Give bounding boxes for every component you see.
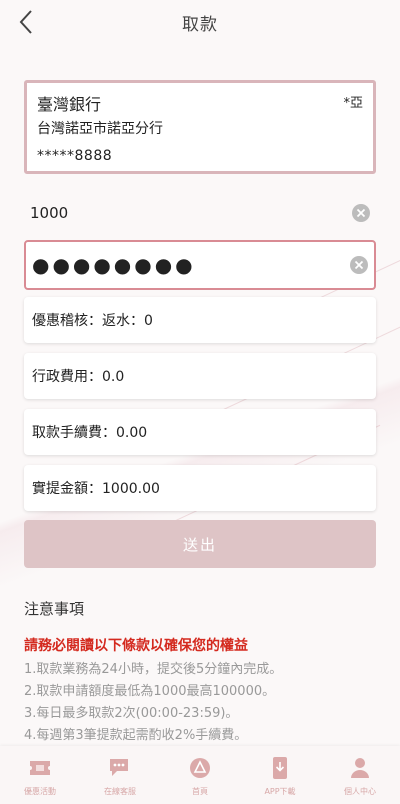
- user-icon: [347, 756, 373, 780]
- withdraw-page: 取款 臺灣銀行 台灣諾亞市諾亞分行 *****8888 *亞 優惠稽核：返水：0…: [0, 0, 400, 804]
- clear-password-button[interactable]: [350, 256, 368, 274]
- tab-label: 在線客服: [104, 787, 136, 796]
- admin-fee-row: 行政費用：0.0: [24, 353, 376, 399]
- submit-button[interactable]: 送出: [24, 520, 376, 568]
- tab-home[interactable]: 首頁: [160, 746, 240, 804]
- bonus-audit-row: 優惠稽核：返水：0: [24, 297, 376, 343]
- tab-label: 首頁: [192, 787, 208, 796]
- list-item: 4.每週第3筆提款起需酌收2%手續費。: [24, 728, 248, 743]
- nav-bar: 取款: [0, 0, 400, 44]
- amount-input[interactable]: [30, 204, 376, 222]
- ticket-icon: [27, 756, 53, 780]
- page-title: 取款: [182, 14, 218, 35]
- amount-field: [24, 196, 376, 230]
- tab-label: 優惠活動: [24, 787, 56, 796]
- notes-section: 注意事項 請務必閱讀以下條款以確保您的權益 1.取款業務為24小時，提交後5分鐘…: [24, 598, 384, 747]
- close-icon: [354, 260, 364, 270]
- home-logo-icon: [187, 756, 213, 780]
- tab-app-download[interactable]: APP下載: [240, 746, 320, 804]
- password-input[interactable]: [32, 253, 374, 277]
- tab-label: 個人中心: [344, 787, 376, 796]
- notes-warning: 請務必閱讀以下條款以確保您的權益: [24, 638, 248, 654]
- list-item: 2.取款申請額度最低為1000最高100000。: [24, 684, 276, 699]
- password-field: [24, 240, 376, 290]
- chevron-left-icon: [19, 10, 32, 34]
- actual-amount-row: 實提金額：1000.00: [24, 465, 376, 511]
- withdraw-fee-row: 取款手續費：0.00: [24, 409, 376, 455]
- list-item: 1.取款業務為24小時，提交後5分鐘內完成。: [24, 662, 283, 677]
- back-button[interactable]: [12, 8, 40, 36]
- close-icon: [356, 208, 366, 218]
- bank-name: 臺灣銀行: [37, 95, 102, 114]
- tab-customer-service[interactable]: 在線客服: [80, 746, 160, 804]
- tab-label: APP下載: [264, 787, 296, 796]
- clear-amount-button[interactable]: [352, 204, 370, 222]
- notes-heading: 注意事項: [24, 600, 85, 618]
- bottom-tab-bar: 優惠活動 在線客服 首頁 APP下載 個人中心: [0, 746, 400, 804]
- tab-profile[interactable]: 個人中心: [320, 746, 400, 804]
- phone-download-icon: [267, 756, 293, 780]
- chat-icon: [107, 756, 133, 780]
- account-number: *****8888: [37, 148, 113, 164]
- notes-list: 1.取款業務為24小時，提交後5分鐘內完成。 2.取款申請額度最低為1000最高…: [24, 659, 384, 747]
- tab-promotions[interactable]: 優惠活動: [0, 746, 80, 804]
- list-item: 3.每日最多取款2次(00:00-23:59)。: [24, 706, 239, 721]
- account-holder-tag: *亞: [343, 96, 363, 111]
- bank-branch: 台灣諾亞市諾亞分行: [37, 121, 163, 137]
- bank-card-selector[interactable]: 臺灣銀行 台灣諾亞市諾亞分行 *****8888 *亞: [24, 80, 376, 174]
